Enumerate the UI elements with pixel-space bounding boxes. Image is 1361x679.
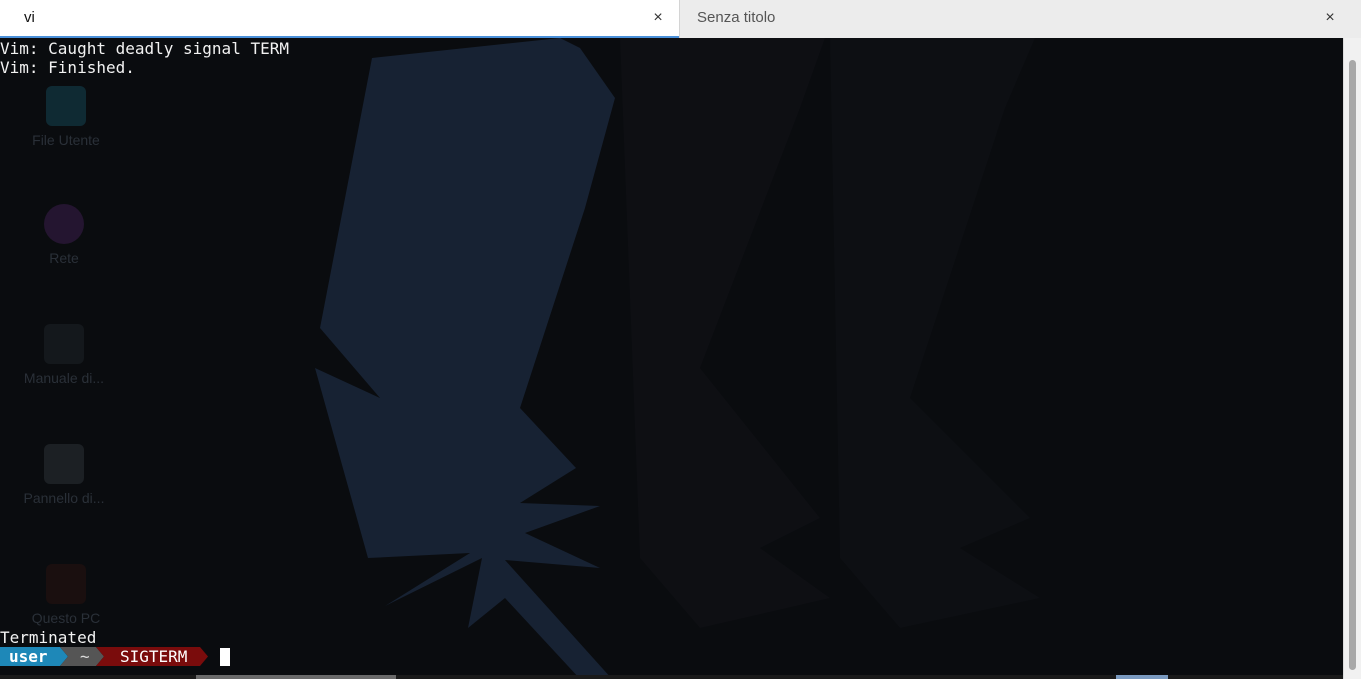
tab-vi[interactable]: vi ×	[0, 0, 679, 38]
prompt-dir: ~	[80, 647, 90, 666]
desktop-icon-label: Manuale di...	[23, 370, 105, 386]
prompt-user: user	[9, 647, 48, 666]
text-cursor	[220, 648, 230, 666]
scrollbar-thumb[interactable]	[1349, 60, 1356, 670]
close-icon[interactable]: ×	[1322, 9, 1338, 27]
desktop-icon-label: Rete	[49, 250, 79, 266]
close-icon[interactable]: ×	[650, 9, 666, 27]
tab-senza-titolo[interactable]: Senza titolo ×	[679, 0, 1361, 38]
terminal-line: Vim: Caught deadly signal TERM	[0, 39, 289, 58]
prompt-status: SIGTERM	[120, 647, 188, 666]
tab-label: vi	[24, 9, 35, 26]
network-globe-icon	[44, 204, 84, 244]
wallpaper-image	[315, 38, 1040, 679]
desktop-icon-manuale: Manuale di...	[4, 324, 124, 386]
bottom-strip	[0, 675, 1343, 679]
desktop-icon-label: File Utente	[32, 132, 100, 148]
app-window: vi × Senza titolo × File Utente Rete Man…	[0, 0, 1361, 679]
bottom-strip-thumb	[196, 675, 396, 679]
desktop-icon-file-utente: File Utente	[6, 86, 126, 148]
bottom-strip-marker	[1116, 675, 1168, 679]
terminal-line: Vim: Finished.	[0, 58, 135, 77]
desktop-icon-questo-pc: Questo PC	[6, 564, 126, 626]
desktop-icon-pannello: Pannello di...	[4, 444, 124, 506]
desktop-icon-label: Questo PC	[31, 610, 101, 626]
tab-label: Senza titolo	[697, 9, 776, 26]
terminal-area[interactable]: File Utente Rete Manuale di... Pannello …	[0, 38, 1343, 679]
desktop-icon-rete: Rete	[4, 204, 124, 266]
home-folder-icon	[46, 86, 86, 126]
terminal-status-line: Terminated	[0, 628, 97, 647]
desktop-icon-label: Pannello di...	[23, 490, 105, 506]
vertical-scrollbar[interactable]	[1343, 38, 1361, 679]
manual-map-icon	[44, 324, 84, 364]
tab-bar: vi × Senza titolo ×	[0, 0, 1361, 38]
computer-icon	[46, 564, 86, 604]
control-panel-icon	[44, 444, 84, 484]
